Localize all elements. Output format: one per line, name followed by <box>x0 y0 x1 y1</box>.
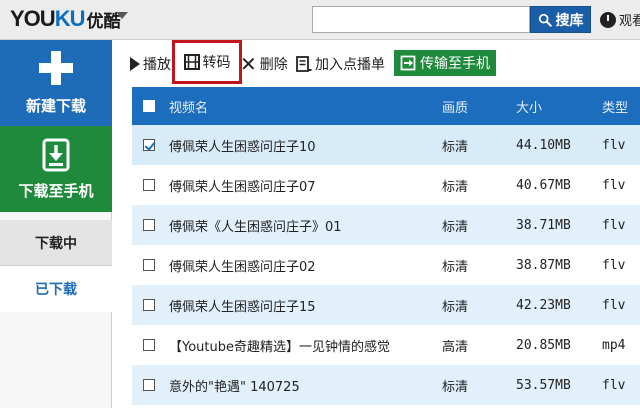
table-row[interactable]: 傅佩荣人生困惑问庄子07 标清 40.67MB flv <box>132 165 640 205</box>
transcode-button[interactable]: 转码 <box>172 40 242 84</box>
header-type[interactable]: 类型 <box>602 97 640 116</box>
transfer-icon <box>400 55 416 71</box>
sidebar-item-downloaded[interactable]: 已下载 <box>0 266 112 312</box>
sidebar-item-downloading[interactable]: 下载中 <box>0 220 112 266</box>
add-to-playlist-label: 加入点播单 <box>315 57 385 73</box>
search-icon <box>538 13 552 27</box>
chevron-down-icon[interactable] <box>116 12 128 19</box>
transcode-label: 转码 <box>202 55 231 71</box>
row-quality: 高清 <box>442 339 469 355</box>
video-table: 视频名 画质 大小 类型 傅佩荣人生困惑问庄子10 标清 44.10MB flv 傅佩荣… <box>132 87 640 405</box>
row-quality: 标清 <box>442 299 469 315</box>
row-size: 40.67MB <box>516 177 571 193</box>
row-size: 42.23MB <box>516 297 571 313</box>
row-type: flv <box>602 377 626 393</box>
row-size: 20.85MB <box>516 337 571 353</box>
row-type: flv <box>602 137 626 153</box>
table-row[interactable]: 傅佩荣人生困惑问庄子02 标清 38.87MB flv <box>132 245 640 285</box>
row-name: 傅佩荣人生困惑问庄子15 <box>169 299 316 315</box>
row-checkbox[interactable] <box>143 379 155 391</box>
row-checkbox[interactable] <box>143 139 155 151</box>
toolbar: 播放 转码 ✕ 删除 加入点播单 传输至手机 <box>122 40 640 84</box>
row-quality: 标清 <box>442 179 469 195</box>
logo-text-en: YOUKU <box>10 6 85 31</box>
table-body: 傅佩荣人生困惑问庄子10 标清 44.10MB flv 傅佩荣人生困惑问庄子07 标清 40… <box>132 125 640 405</box>
row-type: flv <box>602 257 626 273</box>
logo-text-cn: 优酷 <box>86 11 121 32</box>
row-name: 【Youtube奇趣精选】一见钟情的感觉 <box>169 339 390 355</box>
row-name: 傅佩荣人生困惑问庄子10 <box>169 139 316 155</box>
row-name: 傅佩荣《人生困惑问庄子》01 <box>169 219 342 235</box>
playlist-icon <box>296 56 312 72</box>
row-quality: 标清 <box>442 139 469 155</box>
watch-label: 观看 <box>619 14 640 29</box>
row-quality: 标清 <box>442 379 469 395</box>
row-checkbox[interactable] <box>143 219 155 231</box>
new-download-label: 新建下载 <box>25 96 86 115</box>
select-all-checkbox[interactable] <box>143 100 155 112</box>
row-checkbox[interactable] <box>143 179 155 191</box>
header-name[interactable]: 视频名 <box>166 97 442 116</box>
search-button[interactable]: 搜库 <box>530 6 591 33</box>
clock-icon <box>600 11 616 28</box>
add-to-playlist-button[interactable]: 加入点播单 <box>296 49 385 79</box>
row-checkbox[interactable] <box>143 259 155 271</box>
table-row[interactable]: 傅佩荣人生困惑问庄子15 标清 42.23MB flv <box>132 285 640 325</box>
row-type: flv <box>602 297 626 313</box>
play-label: 播放 <box>143 57 171 73</box>
row-checkbox-cell <box>132 299 166 311</box>
row-type: flv <box>602 217 626 233</box>
top-bar: YOUKU 优酷 搜库 观看 <box>0 0 640 40</box>
row-name: 意外的"艳遇" 140725 <box>169 379 300 395</box>
row-checkbox[interactable] <box>143 339 155 351</box>
plus-icon <box>39 50 73 85</box>
header-quality[interactable]: 画质 <box>442 97 516 116</box>
sidebar: 新建下载 下载至手机 下载中 已下载 <box>0 40 112 408</box>
table-row[interactable]: 傅佩荣人生困惑问庄子10 标清 44.10MB flv <box>132 125 640 165</box>
watch-history[interactable]: 观看 <box>600 10 640 29</box>
row-checkbox-cell <box>132 259 166 271</box>
row-checkbox[interactable] <box>143 299 155 311</box>
new-download-button[interactable]: 新建下载 <box>0 40 112 126</box>
search-input[interactable] <box>312 6 530 33</box>
row-type: mp4 <box>602 337 626 353</box>
row-size: 44.10MB <box>516 137 571 153</box>
delete-label: 删除 <box>259 57 288 73</box>
table-row[interactable]: 傅佩荣《人生困惑问庄子》01 标清 38.71MB flv <box>132 205 640 245</box>
table-header: 视频名 画质 大小 类型 <box>132 87 640 125</box>
play-icon <box>130 57 140 71</box>
transfer-to-phone-button[interactable]: 传输至手机 <box>394 50 496 76</box>
download-to-phone-label: 下载至手机 <box>18 181 94 200</box>
download-to-phone-button[interactable]: 下载至手机 <box>0 126 112 212</box>
row-checkbox-cell <box>132 339 166 351</box>
row-checkbox-cell <box>132 219 166 231</box>
play-button[interactable]: 播放 <box>130 49 171 79</box>
row-quality: 标清 <box>442 259 469 275</box>
film-icon <box>183 54 200 70</box>
table-row[interactable]: 意外的"艳遇" 140725 标清 53.57MB flv <box>132 365 640 405</box>
delete-button[interactable]: ✕ 删除 <box>240 49 288 79</box>
close-icon: ✕ <box>240 52 257 76</box>
header-size[interactable]: 大小 <box>516 97 602 116</box>
row-type: flv <box>602 177 626 193</box>
row-checkbox-cell <box>132 379 166 391</box>
row-checkbox-cell <box>132 179 166 191</box>
row-size: 53.57MB <box>516 377 571 393</box>
table-row[interactable]: 【Youtube奇趣精选】一见钟情的感觉 高清 20.85MB mp4 <box>132 325 640 365</box>
search-button-label: 搜库 <box>555 12 584 29</box>
youku-logo[interactable]: YOUKU 优酷 <box>10 6 121 32</box>
row-size: 38.87MB <box>516 257 571 273</box>
row-name: 傅佩荣人生困惑问庄子07 <box>169 179 316 195</box>
phone-download-icon <box>42 138 70 171</box>
row-quality: 标清 <box>442 219 469 235</box>
row-size: 38.71MB <box>516 217 571 233</box>
row-name: 傅佩荣人生困惑问庄子02 <box>169 259 316 275</box>
transfer-to-phone-label: 传输至手机 <box>420 56 490 72</box>
row-checkbox-cell <box>132 139 166 151</box>
